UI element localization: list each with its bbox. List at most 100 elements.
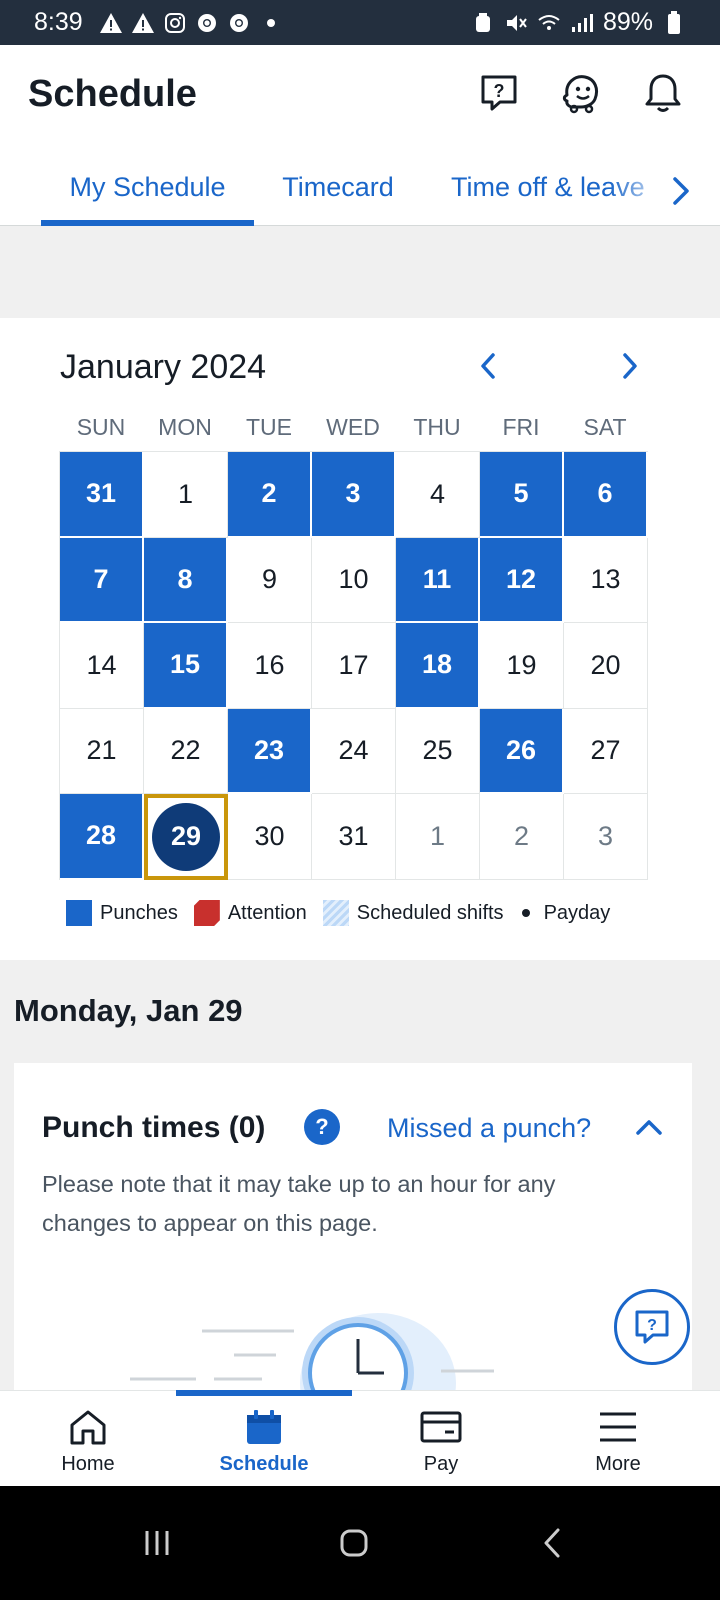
- help-chat-icon[interactable]: ?: [475, 69, 523, 117]
- weekday-label: SUN: [76, 414, 126, 440]
- svg-text:?: ?: [494, 81, 505, 101]
- status-time: 8:39: [34, 8, 83, 36]
- weekday-label: TUE: [246, 414, 292, 440]
- calendar-day[interactable]: 22: [144, 708, 228, 794]
- punch-times-card: Punch times (0) ? Missed a punch? Please…: [14, 1063, 692, 1393]
- calendar-day[interactable]: 4: [396, 452, 480, 538]
- nav-more[interactable]: More: [530, 1391, 706, 1487]
- legend-label: Punches: [100, 901, 178, 924]
- calendar-day[interactable]: 17: [312, 623, 396, 709]
- month-title: January 2024: [60, 348, 267, 386]
- calendar-legend: Punches Attention Scheduled shifts Payda…: [66, 900, 626, 926]
- weekday-label: SAT: [583, 414, 627, 440]
- chat-help-button[interactable]: ?: [614, 1289, 690, 1365]
- tab-timecard[interactable]: Timecard: [268, 160, 408, 226]
- calendar-day[interactable]: 7: [60, 537, 144, 623]
- legend-scheduled: Scheduled shifts: [322, 900, 504, 926]
- nav-label: More: [595, 1453, 641, 1475]
- help-icon[interactable]: ?: [304, 1109, 340, 1145]
- calendar-day[interactable]: 2: [228, 452, 312, 538]
- calendar-day[interactable]: 28: [60, 794, 144, 880]
- calendar-day[interactable]: 1: [144, 452, 228, 538]
- calendar-day[interactable]: 24: [312, 708, 396, 794]
- calendar-day[interactable]: 6: [564, 452, 648, 538]
- nav-schedule[interactable]: Schedule: [176, 1390, 352, 1487]
- nav-home[interactable]: Home: [0, 1391, 176, 1487]
- wifi-4g-icon: [537, 11, 561, 35]
- legend-label: Scheduled shifts: [356, 901, 504, 924]
- punch-note: Please note that it may take up to an ho…: [42, 1171, 556, 1236]
- calendar-day[interactable]: 12: [480, 537, 564, 623]
- calendar-day[interactable]: 13: [564, 537, 648, 623]
- calendar-day[interactable]: 19: [480, 623, 564, 709]
- menu-icon: [596, 1407, 640, 1447]
- home-icon: [66, 1407, 110, 1447]
- alarm-icon: [471, 11, 495, 35]
- signal-icon: [570, 11, 594, 35]
- previous-month-icon[interactable]: [470, 348, 506, 384]
- calendar-day[interactable]: 16: [228, 623, 312, 709]
- home-button-icon[interactable]: [329, 1518, 379, 1568]
- calendar-day[interactable]: 26: [480, 708, 564, 794]
- legend-payday: Payday: [520, 901, 611, 925]
- nav-label: Pay: [423, 1453, 459, 1475]
- calendar-day[interactable]: 8: [144, 537, 228, 623]
- nav-pay[interactable]: Pay: [353, 1391, 529, 1487]
- chrome-icon: [195, 11, 219, 35]
- calendar-day[interactable]: 14: [60, 623, 144, 709]
- page-title: Schedule: [28, 73, 197, 115]
- calendar-day[interactable]: 9: [228, 537, 312, 623]
- calendar-day[interactable]: 10: [312, 537, 396, 623]
- scheduled-swatch: [322, 900, 349, 926]
- calendar-grid: 31 1 2 3 4 5 6 7 8 9 10 11 12 13 14 15 16 17 18 19 20 21 22 23 2…: [59, 451, 648, 880]
- calendar-day[interactable]: 27: [564, 708, 648, 794]
- chevron-up-icon[interactable]: [634, 1115, 664, 1139]
- tab-my-schedule[interactable]: My Schedule: [41, 160, 254, 226]
- missed-punch-link[interactable]: Missed a punch?: [387, 1113, 591, 1144]
- tab-label: My Schedule: [69, 172, 226, 202]
- selected-day-heading: Monday, Jan 29: [14, 993, 243, 1028]
- calendar-day[interactable]: 31: [60, 452, 144, 538]
- chevron-right-icon[interactable]: [666, 174, 696, 208]
- calendar-day[interactable]: 25: [396, 708, 480, 794]
- battery-percent: 89%: [602, 8, 653, 36]
- app-header: Schedule ? My Schedule Timecard Time off…: [0, 45, 720, 226]
- calendar-icon: [242, 1407, 286, 1447]
- next-month-icon[interactable]: [612, 348, 648, 384]
- calendar-day[interactable]: 18: [396, 623, 480, 709]
- recent-apps-icon[interactable]: [132, 1518, 182, 1568]
- weekday-label: THU: [413, 414, 461, 440]
- calendar-day[interactable]: 23: [228, 708, 312, 794]
- calendar-day[interactable]: 3: [312, 452, 396, 538]
- calendar-day[interactable]: 11: [396, 537, 480, 623]
- bell-icon[interactable]: [639, 69, 687, 117]
- legend-label: Payday: [543, 901, 611, 924]
- calendar-day[interactable]: 30: [228, 794, 312, 880]
- instagram-icon: [163, 11, 187, 35]
- back-icon[interactable]: [527, 1518, 577, 1568]
- calendar-day[interactable]: 20: [564, 623, 648, 709]
- notification-dot-icon: [259, 11, 283, 35]
- calendar-day[interactable]: 15: [144, 623, 228, 709]
- calendar-day-selected[interactable]: 29: [144, 794, 228, 880]
- waze-icon[interactable]: [557, 69, 605, 117]
- calendar-day[interactable]: 21: [60, 708, 144, 794]
- wallet-icon: [419, 1407, 463, 1447]
- calendar-day[interactable]: 5: [480, 452, 564, 538]
- bottom-navigation: Home Schedule Pay More: [0, 1390, 720, 1486]
- warning-icon: [131, 11, 155, 35]
- calendar-day[interactable]: 3: [564, 794, 648, 880]
- tab-bar: My Schedule Timecard Time off & leave: [0, 160, 720, 226]
- attention-swatch: [193, 900, 220, 926]
- battery-icon: [662, 10, 686, 35]
- calendar-card: January 2024 SUN MON TUE WED THU FRI SAT 31 1 2 3…: [0, 318, 720, 960]
- mute-icon: [504, 11, 528, 35]
- calendar-day[interactable]: 31: [312, 794, 396, 880]
- calendar-day[interactable]: 1: [396, 794, 480, 880]
- weekday-header: SUN MON TUE WED THU FRI SAT: [59, 414, 648, 441]
- punch-times-title: Punch times (0): [42, 1111, 266, 1144]
- payday-dot-icon: [521, 909, 530, 917]
- tab-label: Timecard: [282, 172, 394, 202]
- weekday-label: MON: [158, 414, 212, 440]
- calendar-day[interactable]: 2: [480, 794, 564, 880]
